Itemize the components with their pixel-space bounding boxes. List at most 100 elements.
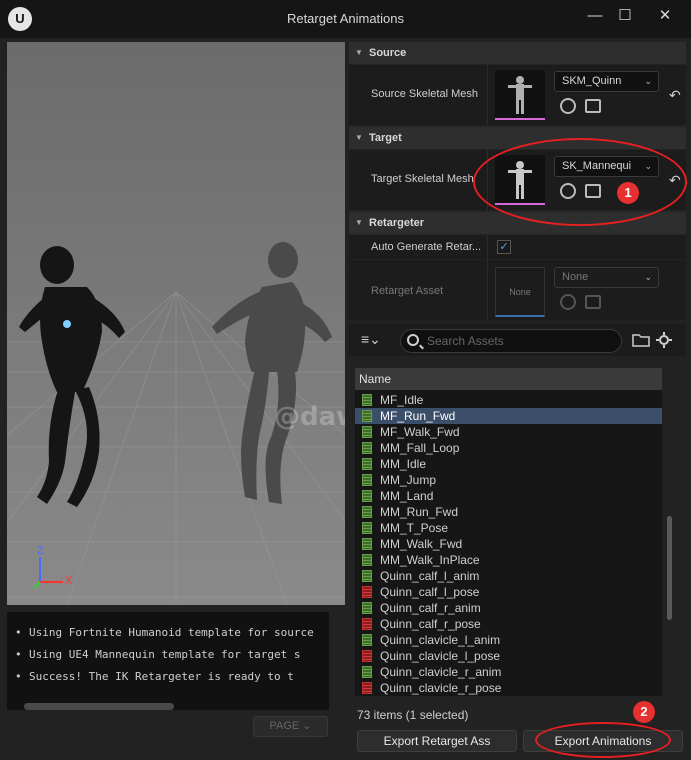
list-item-label: Quinn_clavicle_r_anim: [380, 665, 502, 679]
page-dropdown-button[interactable]: PAGE ⌄: [253, 716, 328, 737]
list-item[interactable]: Quinn_calf_r_pose: [355, 616, 662, 632]
axis-x-label: X: [65, 575, 73, 587]
animation-asset-icon: [362, 394, 372, 406]
minimize-button[interactable]: —: [581, 6, 609, 26]
preview-viewport[interactable]: Z X @dawnarc: [7, 42, 345, 605]
chevron-down-icon: ⌄: [644, 76, 652, 86]
list-item[interactable]: Quinn_clavicle_l_anim: [355, 632, 662, 648]
column-header-name[interactable]: Name: [355, 368, 662, 390]
page-button-label: PAGE: [269, 720, 300, 732]
retarget-asset-value: None: [562, 271, 589, 283]
animation-asset-icon: [362, 410, 372, 422]
list-item-label: MM_Walk_InPlace: [380, 553, 480, 567]
list-item[interactable]: MF_Idle: [355, 392, 662, 408]
viewport-scene: [7, 242, 345, 605]
asset-browser-toolbar: ≡⌄: [349, 324, 686, 356]
source-character: [19, 246, 125, 507]
annotation-badge-1: 1: [617, 182, 639, 204]
annotation-badge-2: 2: [633, 701, 655, 723]
filter-icon[interactable]: ≡⌄: [361, 331, 381, 348]
reset-to-default-icon[interactable]: ↶: [669, 87, 681, 104]
close-button[interactable]: ✕: [651, 6, 679, 26]
animation-asset-icon: [362, 538, 372, 550]
source-mesh-value: SKM_Quinn: [562, 75, 622, 87]
list-item[interactable]: Quinn_calf_l_pose: [355, 584, 662, 600]
asset-list-scrollbar[interactable]: [667, 516, 672, 620]
source-mesh-label: Source Skeletal Mesh: [371, 88, 478, 100]
list-item-label: Quinn_clavicle_r_pose: [380, 681, 502, 695]
source-mesh-row: Source Skeletal Mesh SKM_Quinn ⌄ ↶: [349, 65, 686, 125]
list-item-label: MM_Walk_Fwd: [380, 537, 463, 551]
use-selected-asset-icon: [560, 294, 576, 310]
list-item[interactable]: MM_Run_Fwd: [355, 504, 662, 520]
list-item[interactable]: Quinn_clavicle_r_pose: [355, 680, 662, 696]
animation-asset-icon: [362, 474, 372, 486]
animation-asset-icon: [362, 554, 372, 566]
list-item[interactable]: MM_Jump: [355, 472, 662, 488]
folder-icon[interactable]: [632, 333, 650, 347]
axis-z-label: Z: [37, 545, 44, 557]
animation-asset-icon: [362, 602, 372, 614]
list-item-label: Quinn_calf_r_pose: [380, 617, 481, 631]
pose-asset-icon: [362, 618, 372, 630]
chevron-down-icon: ⌄: [644, 272, 652, 282]
auto-generate-checkbox[interactable]: ✓: [497, 240, 511, 254]
list-item[interactable]: MF_Walk_Fwd: [355, 424, 662, 440]
animation-asset-icon: [362, 426, 372, 438]
pose-asset-icon: [362, 586, 372, 598]
search-input[interactable]: [427, 333, 612, 349]
list-item-label: Quinn_clavicle_l_anim: [380, 633, 501, 647]
list-item[interactable]: MM_Fall_Loop: [355, 440, 662, 456]
list-item[interactable]: MF_Run_Fwd: [355, 408, 662, 424]
list-item[interactable]: MM_Idle: [355, 456, 662, 472]
asset-count-status: 73 items (1 selected): [357, 708, 469, 722]
export-retarget-asset-button[interactable]: Export Retarget Ass: [357, 730, 517, 752]
axis-gizmo: [33, 557, 63, 589]
source-mesh-combo[interactable]: SKM_Quinn ⌄: [554, 71, 659, 92]
list-item-label: MM_Idle: [380, 457, 427, 471]
retarget-asset-label: Retarget Asset: [371, 285, 444, 297]
source-mesh-thumbnail[interactable]: [495, 70, 545, 120]
list-item[interactable]: Quinn_clavicle_l_pose: [355, 648, 662, 664]
list-item[interactable]: MM_Walk_Fwd: [355, 536, 662, 552]
list-item[interactable]: Quinn_calf_l_anim: [355, 568, 662, 584]
list-item-label: MM_Land: [380, 489, 434, 503]
gear-icon[interactable]: [656, 332, 672, 348]
animation-asset-icon: [362, 506, 372, 518]
animation-asset-icon: [362, 522, 372, 534]
animation-asset-icon: [362, 570, 372, 582]
search-box[interactable]: [400, 329, 622, 353]
retarget-asset-thumbnail: None: [495, 267, 545, 317]
animation-asset-icon: [362, 666, 372, 678]
pose-asset-icon: [362, 650, 372, 662]
animation-asset-icon: [362, 634, 372, 646]
use-selected-asset-icon[interactable]: [560, 98, 576, 114]
list-item[interactable]: MM_Walk_InPlace: [355, 552, 662, 568]
animation-asset-icon: [362, 442, 372, 454]
list-item-label: MF_Idle: [380, 393, 424, 407]
list-item-label: Quinn_calf_l_pose: [380, 585, 480, 599]
section-header-source[interactable]: Source: [349, 42, 686, 64]
list-item-label: MM_Jump: [380, 473, 437, 487]
list-item[interactable]: Quinn_clavicle_r_anim: [355, 664, 662, 680]
retarget-asset-row: Retarget Asset None None ⌄: [349, 260, 686, 320]
asset-list: Name MF_Idle MF_Run_Fwd MF_Walk_Fwd MM_Fall…: [355, 368, 662, 696]
annotation-ring-export: [535, 722, 671, 758]
auto-generate-row: Auto Generate Retar... ✓: [349, 235, 686, 259]
animation-asset-icon: [362, 458, 372, 470]
retarget-asset-combo: None ⌄: [554, 267, 659, 288]
list-item-label: Quinn_clavicle_l_pose: [380, 649, 501, 663]
maximize-button[interactable]: ☐: [611, 6, 639, 26]
list-item[interactable]: MM_T_Pose: [355, 520, 662, 536]
list-item-label: Quinn_calf_r_anim: [380, 601, 481, 615]
list-item-label: MF_Walk_Fwd: [380, 425, 460, 439]
pose-asset-icon: [362, 682, 372, 694]
list-item[interactable]: Quinn_calf_r_anim: [355, 600, 662, 616]
list-item[interactable]: MM_Land: [355, 488, 662, 504]
list-item-label: Quinn_calf_l_anim: [380, 569, 480, 583]
watermark: @dawnarc: [274, 402, 345, 432]
browse-asset-icon[interactable]: [585, 99, 601, 113]
list-item-label: MM_Run_Fwd: [380, 505, 459, 519]
log-horizontal-scrollbar[interactable]: [24, 703, 174, 710]
title-bar: U Retarget Animations — ☐ ✕: [0, 0, 691, 38]
